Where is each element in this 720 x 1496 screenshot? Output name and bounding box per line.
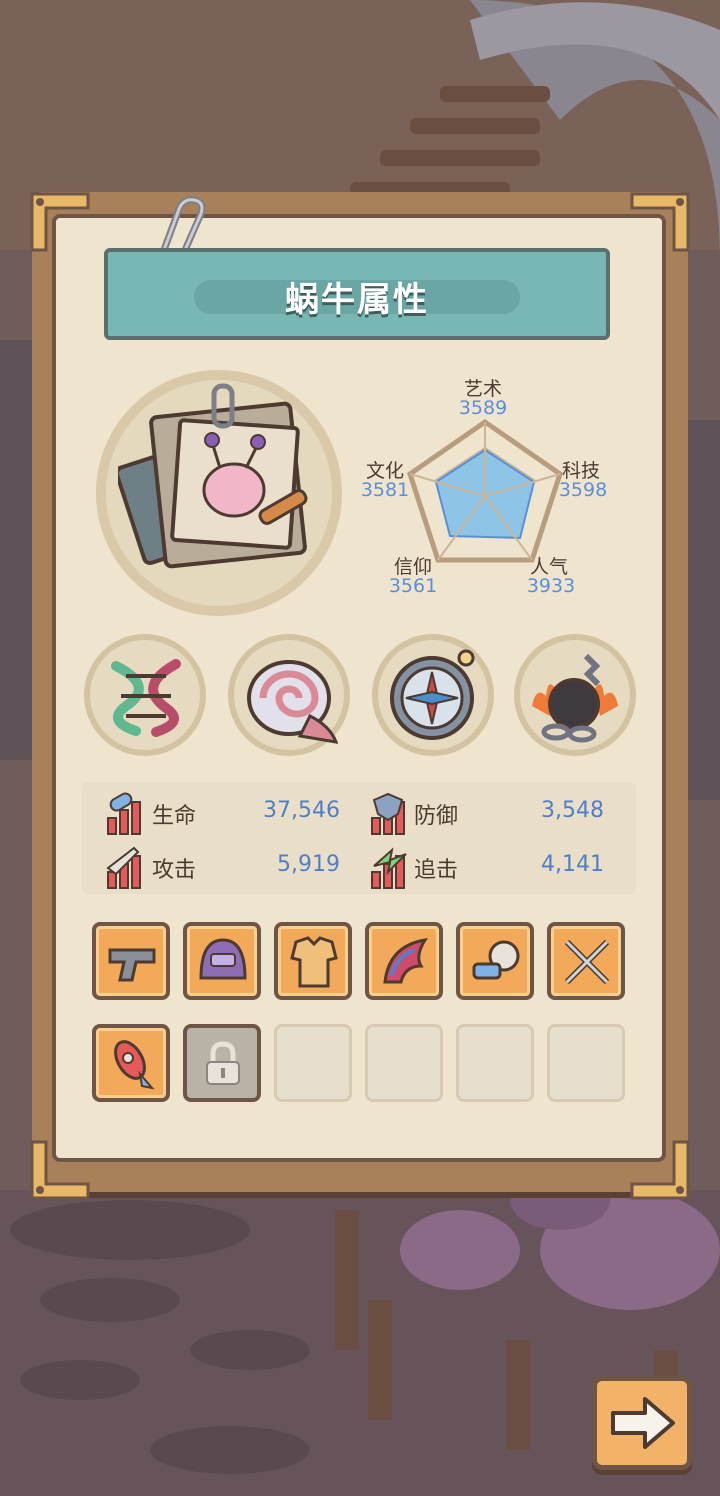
attribute-tech-value: 3598 xyxy=(558,479,608,501)
rocket-icon xyxy=(114,1040,155,1090)
attribute-faith-value: 3561 xyxy=(388,575,438,597)
equipment-slot-empty[interactable] xyxy=(365,1024,443,1102)
pistol-icon xyxy=(108,948,156,982)
equipment-slot-7[interactable] xyxy=(92,1024,170,1102)
corner-bracket-icon xyxy=(630,1140,690,1200)
equip-compass[interactable] xyxy=(372,634,494,756)
watch-icon xyxy=(472,940,520,980)
equip-chain-bomb[interactable] xyxy=(514,634,636,756)
attribute-culture-value: 3581 xyxy=(360,479,410,501)
arrow-right-icon xyxy=(611,1397,675,1449)
equipment-slot-2[interactable] xyxy=(183,922,261,1000)
wing-icon xyxy=(383,937,429,984)
equipment-slot-6[interactable] xyxy=(547,922,625,1000)
dna-icon xyxy=(111,659,181,737)
helmet-icon xyxy=(199,938,247,980)
equipment-slot-5[interactable] xyxy=(456,922,534,1000)
snail-portrait-icon[interactable] xyxy=(118,380,328,580)
attack-icon xyxy=(106,846,141,889)
stat-defense-value: 3,548 xyxy=(541,798,604,823)
stat-pursuit-label: 追击 xyxy=(414,858,459,883)
stat-pursuit-value: 4,141 xyxy=(541,852,604,877)
next-button[interactable] xyxy=(592,1376,692,1470)
lock-icon xyxy=(206,1041,240,1085)
equipment-slot-locked[interactable] xyxy=(183,1024,261,1102)
equipment-slot-empty[interactable] xyxy=(274,1024,352,1102)
equipment-slot-4[interactable] xyxy=(365,922,443,1000)
attribute-popularity-value: 3933 xyxy=(526,575,576,597)
stat-attack-label: 攻击 xyxy=(152,858,197,883)
stat-defense-label: 防御 xyxy=(414,804,459,829)
swords-icon xyxy=(564,939,610,985)
corner-bracket-icon xyxy=(30,1140,90,1200)
page-title: 蜗牛属性 xyxy=(285,280,429,320)
chain-bomb-icon xyxy=(532,653,618,743)
stat-health-label: 生命 xyxy=(152,804,197,829)
equipment-slot-3[interactable] xyxy=(274,922,352,1000)
armor-icon xyxy=(290,936,338,988)
defense-icon xyxy=(371,792,405,835)
corner-bracket-icon xyxy=(30,192,90,252)
equip-shell[interactable] xyxy=(228,634,350,756)
stat-health-value: 37,546 xyxy=(263,798,340,823)
equip-dna[interactable] xyxy=(84,634,206,756)
equipment-slot-empty[interactable] xyxy=(456,1024,534,1102)
compass-icon xyxy=(390,649,475,740)
health-icon xyxy=(107,792,141,835)
attribute-art-value: 3589 xyxy=(458,397,508,419)
stat-attack-value: 5,919 xyxy=(277,852,340,877)
corner-bracket-icon xyxy=(630,192,690,252)
equipment-slot-1[interactable] xyxy=(92,922,170,1000)
equipment-slot-empty[interactable] xyxy=(547,1024,625,1102)
pursuit-icon xyxy=(371,847,407,889)
shell-icon xyxy=(247,660,338,744)
